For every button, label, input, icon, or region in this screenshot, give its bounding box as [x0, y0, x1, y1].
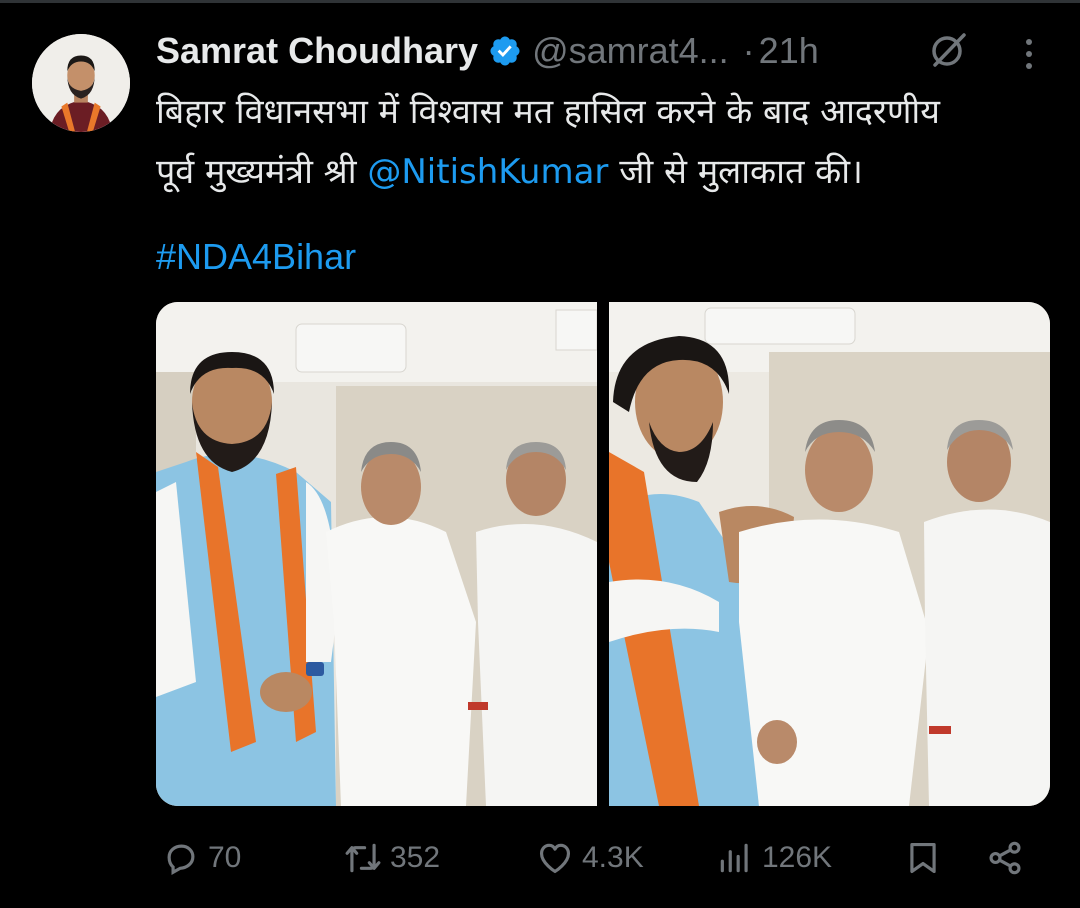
more-options-icon[interactable]	[1018, 34, 1040, 74]
author-handle[interactable]: @samrat4...	[532, 30, 729, 72]
photo-1[interactable]	[156, 302, 597, 806]
photo-1-image	[156, 302, 597, 806]
repost-icon	[345, 843, 381, 873]
tweet-text-line-1: बिहार विधानसभा में विश्वास मत हासिल करने…	[156, 92, 940, 132]
tweet-text-after-mention: जी से मुलाकात की।	[608, 152, 863, 192]
action-bar: 70 352 4.3K 126K	[156, 830, 1036, 886]
avatar-image	[32, 34, 130, 132]
views-button[interactable]: 126K	[716, 830, 832, 886]
repost-count: 352	[390, 841, 441, 874]
share-button[interactable]	[986, 830, 1032, 886]
avatar[interactable]	[32, 34, 130, 132]
tweet-text-line-2: पूर्व मुख्यमंत्री श्री @NitishKumar जी स…	[156, 142, 1056, 202]
like-icon	[539, 843, 571, 874]
reply-button[interactable]: 70	[162, 830, 241, 886]
media-grid	[156, 302, 1050, 806]
tweet-text: बिहार विधानसभा में विश्वास मत हासिल करने…	[156, 82, 1056, 202]
views-count: 126K	[762, 841, 833, 874]
author-name[interactable]: Samrat Choudhary	[156, 30, 478, 72]
verified-badge-icon	[490, 36, 520, 66]
tweet-text-before-mention: पूर्व मुख्यमंत्री श्री	[156, 152, 368, 192]
reply-count: 70	[208, 841, 242, 874]
photo-2[interactable]	[609, 302, 1050, 806]
tweet-timestamp[interactable]: 21h	[759, 30, 819, 72]
grok-icon[interactable]	[928, 30, 968, 70]
share-icon	[989, 841, 1021, 875]
like-button[interactable]: 4.3K	[536, 830, 644, 886]
tweet-card[interactable]: Samrat Choudhary @samrat4... · 21h बिहार…	[0, 0, 1080, 908]
bookmark-icon	[910, 842, 936, 874]
views-icon	[720, 843, 748, 873]
hashtag-link[interactable]: #NDA4Bihar	[156, 236, 356, 278]
header-separator: ·	[742, 30, 755, 71]
reply-icon	[167, 844, 195, 875]
photo-2-image	[609, 302, 1050, 806]
mention-link[interactable]: @NitishKumar	[367, 152, 608, 192]
like-count: 4.3K	[582, 841, 644, 874]
bookmark-button[interactable]	[904, 830, 950, 886]
repost-button[interactable]: 352	[344, 830, 440, 886]
tweet-header: Samrat Choudhary @samrat4... · 21h	[156, 26, 819, 76]
